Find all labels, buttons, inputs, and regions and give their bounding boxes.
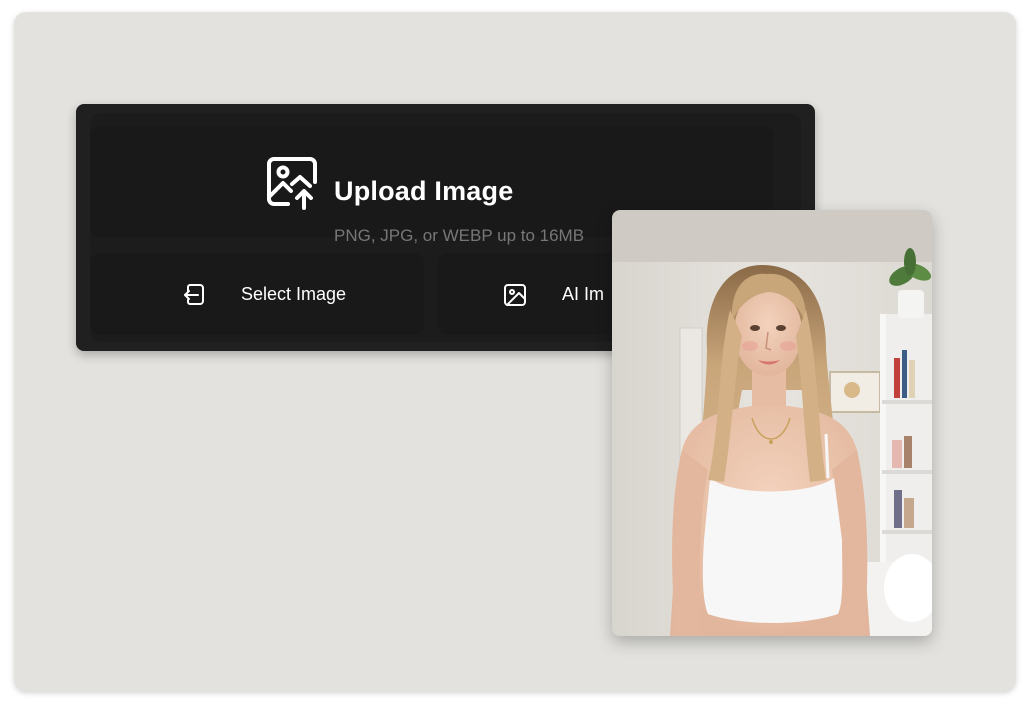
image-upload-icon	[266, 156, 318, 210]
ai-image-label: AI Im	[562, 284, 605, 304]
preview-photo	[612, 210, 932, 636]
file-import-icon	[182, 282, 208, 308]
select-image-button[interactable]: Select Image	[90, 253, 424, 335]
upload-title: Upload Image	[334, 176, 514, 206]
upload-subtitle: PNG, JPG, or WEBP up to 16MB	[334, 226, 585, 245]
select-image-label: Select Image	[241, 284, 347, 304]
showcase-canvas: Upload Image PNG, JPG, or WEBP up to 16M…	[14, 12, 1016, 691]
image-icon	[502, 282, 528, 308]
